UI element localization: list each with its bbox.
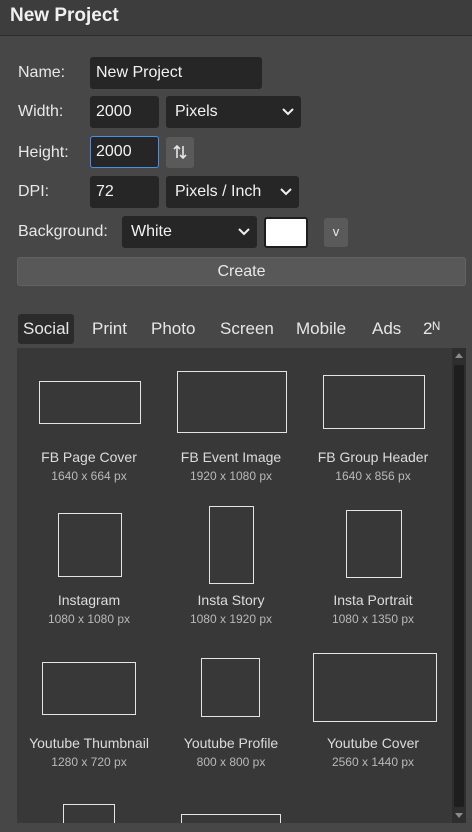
preset-name: FB Event Image	[180, 449, 282, 465]
preset-name: Youtube Cover	[326, 735, 420, 751]
width-unit-select[interactable]: Pixels	[166, 96, 301, 128]
width-label: Width:	[18, 103, 64, 120]
width-input[interactable]: 2000	[90, 96, 159, 128]
dpi-unit-value: Pixels / Inch	[175, 183, 262, 200]
dpi-input[interactable]: 72	[90, 176, 159, 208]
dpi-label: DPI:	[18, 183, 50, 200]
dpi-unit-select[interactable]: Pixels / Inch	[166, 176, 299, 208]
presets-panel: FB Page Cover 1640 x 664 px FB Event Ima…	[17, 348, 466, 823]
preset-thumbnail	[39, 381, 141, 424]
preset-thumbnail	[58, 513, 122, 577]
background-label: Background:	[18, 223, 108, 240]
background-value: White	[131, 223, 172, 240]
tab-social[interactable]: Social	[18, 314, 75, 344]
name-label: Name:	[18, 64, 66, 81]
preset-name: Instagram	[57, 592, 121, 608]
swap-arrows-icon	[173, 144, 187, 160]
tab-mobile[interactable]: Mobile	[291, 314, 351, 344]
tab-ads[interactable]: Ads	[367, 314, 406, 344]
create-button[interactable]: Create	[17, 257, 466, 286]
preset-size: 1920 x 1080 px	[189, 469, 273, 483]
preset-size: 800 x 800 px	[196, 755, 266, 769]
preset-thumbnail	[201, 658, 260, 717]
preset-size: 1640 x 856 px	[335, 469, 411, 483]
preset-name: FB Group Header	[317, 449, 429, 465]
tab-photo[interactable]: Photo	[146, 314, 200, 344]
tab-screen[interactable]: Screen	[215, 314, 279, 344]
preset-size: 1640 x 664 px	[51, 469, 127, 483]
background-color-swatch[interactable]	[264, 217, 308, 248]
scroll-up-icon[interactable]	[455, 353, 463, 358]
preset-name: Insta Story	[197, 592, 265, 608]
preset-thumbnail	[177, 371, 287, 433]
preset-thumbnail-partial[interactable]	[63, 804, 115, 823]
preset-thumbnail	[209, 506, 254, 584]
scrollbar[interactable]	[452, 348, 466, 823]
height-input[interactable]: 2000	[90, 136, 159, 168]
tab-print[interactable]: Print	[87, 314, 132, 344]
preset-thumbnail	[42, 662, 136, 715]
preset-name: Youtube Thumbnail	[29, 735, 149, 751]
preset-thumbnail	[346, 510, 402, 578]
chevron-down-icon	[280, 188, 292, 196]
preset-size: 1080 x 1350 px	[331, 612, 415, 626]
preset-size: 1280 x 720 px	[51, 755, 127, 769]
scroll-down-icon[interactable]	[455, 813, 463, 818]
scrollbar-thumb[interactable]	[454, 365, 464, 807]
preset-name: Insta Portrait	[333, 592, 413, 608]
more-options-button[interactable]: v	[324, 218, 348, 247]
height-label: Height:	[18, 144, 69, 161]
title-bar: New Project	[0, 0, 472, 36]
preset-name: FB Page Cover	[41, 449, 137, 465]
preset-size: 2560 x 1440 px	[331, 755, 415, 769]
background-select[interactable]: White	[122, 216, 257, 248]
tab-2n[interactable]: 2ᴺ	[418, 314, 445, 344]
preset-size: 1080 x 1080 px	[47, 612, 131, 626]
preset-thumbnail	[323, 375, 425, 429]
width-unit-value: Pixels	[175, 103, 218, 120]
preset-name: Youtube Profile	[183, 735, 279, 751]
window-title: New Project	[10, 5, 119, 26]
chevron-down-icon	[238, 228, 250, 236]
swap-dimensions-button[interactable]	[166, 137, 194, 168]
preset-thumbnail-partial[interactable]	[181, 814, 281, 823]
preset-size: 1080 x 1920 px	[189, 612, 273, 626]
preset-thumbnail	[313, 653, 437, 722]
name-input[interactable]: New Project	[90, 57, 262, 89]
chevron-down-icon	[282, 108, 294, 116]
